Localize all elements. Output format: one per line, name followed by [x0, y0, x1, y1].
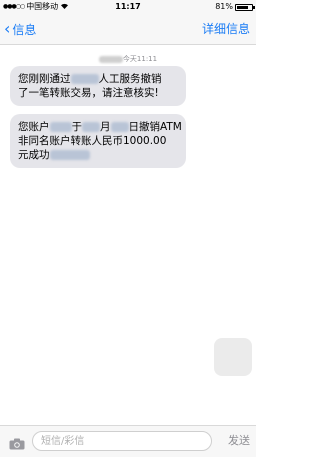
assistive-touch-button[interactable]: [214, 338, 252, 376]
back-button-label: 信息: [12, 22, 37, 37]
redacted-text: [49, 122, 72, 132]
redacted-text: [70, 74, 99, 84]
message-line: 非同名账户转账人民币1000.00: [18, 135, 167, 147]
battery-icon: [235, 3, 255, 11]
chevron-left-icon: ‹: [4, 19, 11, 38]
message-input[interactable]: 短信/彩信: [32, 431, 212, 451]
message-timestamp: 今天11:11: [0, 54, 256, 64]
timestamp-text: 今天11:11: [122, 55, 158, 63]
send-button[interactable]: 发送: [228, 431, 250, 451]
message-bubble[interactable]: 您账户 于 月 日撤销ATM 非同名账户转账人民币1000.00 元成功: [10, 114, 186, 168]
status-right: 81%: [215, 0, 255, 14]
redacted-text: [110, 122, 129, 132]
camera-icon[interactable]: [9, 435, 25, 450]
message-line: 元成功: [18, 148, 178, 162]
message-text: 月: [100, 121, 111, 133]
message-line: 了一笔转账交易，请注意核实!: [18, 87, 159, 99]
back-button[interactable]: ‹ 信息: [4, 19, 36, 39]
message-text: 您账户: [18, 121, 50, 133]
input-bar: 短信/彩信 发送: [0, 425, 256, 457]
message-text: 于: [71, 121, 83, 133]
redacted-text: [49, 150, 90, 160]
battery-percentage: 81%: [215, 2, 233, 11]
message-text: 元成功: [18, 149, 50, 161]
message-text: 人工服务撤销: [98, 73, 162, 85]
message-text: 您刚刚通过: [18, 73, 71, 85]
message-line: 您账户 于 月 日撤销ATM: [18, 120, 182, 134]
navigation-bar: ‹ 信息 详细信息: [0, 14, 256, 45]
message-text: 日撤销ATM: [128, 121, 182, 133]
details-button[interactable]: 详细信息: [202, 19, 250, 39]
message-line: 您刚刚通过 人工服务撤销: [18, 72, 178, 86]
redacted-text: [98, 55, 123, 63]
redacted-text: [82, 122, 100, 132]
status-bar: ●●●○○ 中国移动 11:17 81%: [0, 0, 256, 14]
message-bubble[interactable]: 您刚刚通过 人工服务撤销 了一笔转账交易，请注意核实!: [10, 66, 186, 106]
